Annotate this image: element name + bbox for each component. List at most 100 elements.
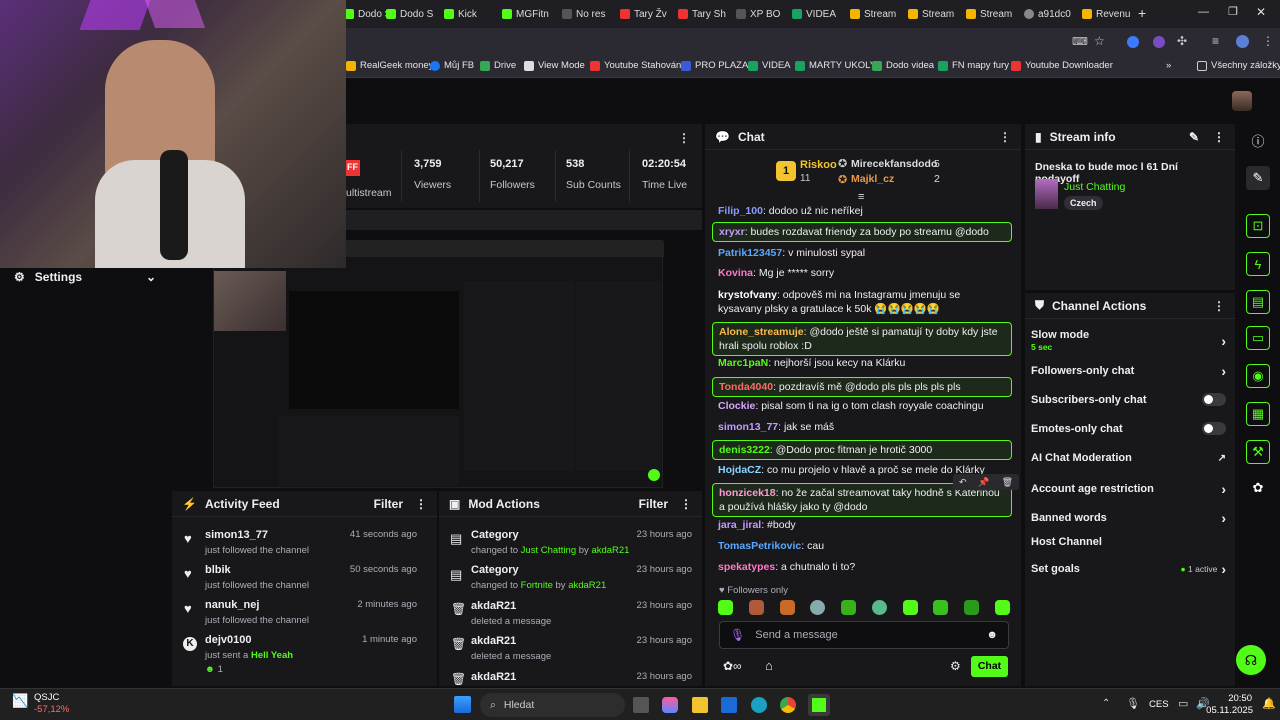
chat-message[interactable]: Alone_streamuje: @dodo ještě si pamatují… <box>712 322 1012 356</box>
chat-message[interactable]: TomasPetrikovic: cau <box>712 539 1012 553</box>
emote-icon[interactable] <box>841 600 857 615</box>
minimize-icon[interactable]: — <box>1198 6 1209 18</box>
network-icon[interactable]: ▭ <box>1178 697 1188 710</box>
emoji-icon[interactable]: ☻ <box>986 629 998 641</box>
emote-icon[interactable] <box>902 600 918 615</box>
bookmark-item[interactable]: Youtube Stahování <box>590 60 684 71</box>
clock-date[interactable]: 05.11.2025 <box>1203 705 1253 716</box>
activity-filter-button[interactable]: Filter <box>374 497 403 511</box>
emote-icon[interactable] <box>964 600 980 615</box>
chat-username[interactable]: denis3222 <box>719 444 770 456</box>
chat-message[interactable]: Tonda4040: pozdravíš mě @dodo pls pls pl… <box>712 377 1012 397</box>
chat-message[interactable]: Patrik123457: v minulosti sypal <box>712 246 1012 260</box>
chat-username[interactable]: Alone_streamuje <box>719 326 804 338</box>
emote-icon[interactable] <box>933 600 949 615</box>
send-chat-button[interactable]: Chat <box>971 656 1008 677</box>
chat-message[interactable]: krystofvany: odpověš mi na Instagramu jm… <box>712 288 1012 316</box>
browser-tab[interactable]: a91dc0 <box>1024 4 1080 24</box>
chat-message[interactable]: Marc1paN: nejhorší jsou kecy na Klárku <box>712 356 1012 370</box>
mod-filter-button[interactable]: Filter <box>639 497 668 511</box>
browser-tab[interactable]: VIDEA <box>792 4 848 24</box>
ai-moderation-row[interactable]: AI Chat Moderation ↗ <box>1031 452 1226 464</box>
chat-username[interactable]: TomasPetrikovic <box>718 540 801 552</box>
third-gifter-name[interactable]: Majkl_cz <box>851 173 894 185</box>
taskbar-search[interactable]: ⌕ Hledat <box>480 693 625 717</box>
chat-message[interactable]: Clockie: pisal som ti na ig o tom clash … <box>712 399 1012 413</box>
chat-username[interactable]: Marc1paN <box>718 357 768 369</box>
browser-tab[interactable]: Dodo S <box>386 4 442 24</box>
bookmark-item[interactable]: Můj FB <box>430 60 474 71</box>
bookmark-item[interactable]: Drive <box>480 60 516 71</box>
chat-username[interactable]: Tonda4040 <box>719 381 773 393</box>
kebab-icon[interactable]: ⋮ <box>1213 299 1225 313</box>
collapse-icon[interactable]: ≡ <box>858 191 864 203</box>
kebab-icon[interactable]: ⋮ <box>680 497 692 511</box>
chat-username[interactable]: simon13_77 <box>718 421 778 433</box>
kebab-icon[interactable]: ⋮ <box>1213 130 1225 144</box>
emote-icon[interactable] <box>718 600 733 615</box>
info-icon[interactable]: ⓘ <box>1246 128 1270 152</box>
kebab-icon[interactable]: ⋮ <box>999 130 1011 144</box>
chat-username[interactable]: xryxr <box>719 226 745 238</box>
chrome-icon[interactable] <box>780 697 796 713</box>
windows-start-icon[interactable] <box>454 696 471 713</box>
chat-message[interactable]: simon13_77: jak se máš <box>712 420 1012 434</box>
emote-icon[interactable] <box>748 600 764 615</box>
points-icon[interactable]: ✿∞ <box>723 659 742 673</box>
bookmark-item[interactable]: MARTY UKOLY <box>795 60 876 71</box>
apps-icon[interactable]: ✿ <box>1246 476 1270 500</box>
clock-time[interactable]: 20:50 <box>1212 693 1252 704</box>
chat-input[interactable]: 🎙 Send a message ☻ <box>719 621 1009 649</box>
chat-message[interactable]: jara_jiral: #body <box>712 518 1012 532</box>
browser-tab[interactable]: Kick <box>444 4 500 24</box>
file-explorer-icon[interactable] <box>692 697 708 713</box>
chat-message[interactable]: Kovina: Mg je ***** sorry <box>712 266 1012 280</box>
chat-message[interactable]: Filip_100: dodoo už nic neříkej <box>712 204 1012 218</box>
browser-tab[interactable]: Stream <box>908 4 964 24</box>
stock-name[interactable]: QSJC <box>34 692 59 703</box>
stream-preview[interactable] <box>172 230 702 488</box>
mod-user[interactable]: akdaR21 <box>568 580 606 591</box>
edge-icon[interactable] <box>751 697 767 713</box>
chat-username[interactable]: honzicek18 <box>719 487 776 499</box>
pencil-icon[interactable]: ✎ <box>1246 166 1270 190</box>
media-icon[interactable]: ≡ <box>1212 34 1219 48</box>
chat-icon[interactable]: ▭ <box>1246 326 1270 350</box>
bookmark-item[interactable]: FN mapy fury <box>938 60 1009 71</box>
close-icon[interactable]: ✕ <box>1256 5 1266 19</box>
bookmark-item[interactable]: Všechny záložky <box>1197 60 1280 71</box>
layout-icon[interactable]: ▦ <box>1246 402 1270 426</box>
subscribers-only-toggle[interactable] <box>1202 393 1226 406</box>
puzzle-icon[interactable]: ✣ <box>1177 34 1187 48</box>
new-tab-icon[interactable]: + <box>1138 5 1146 21</box>
set-goals-row[interactable]: Set goals ● 1 active › <box>1031 561 1226 577</box>
kebab-icon[interactable]: ⋮ <box>678 131 690 145</box>
browser-tab[interactable]: Revenu <box>1082 4 1138 24</box>
chat-username[interactable]: krystofvany <box>718 289 777 301</box>
bookmark-item[interactable]: VIDEA <box>748 60 791 71</box>
task-view-icon[interactable] <box>633 697 649 713</box>
stream-category[interactable]: Just Chatting <box>1064 181 1125 193</box>
banned-words-row[interactable]: Banned words › <box>1031 510 1226 526</box>
reply-icon[interactable]: ↶ <box>959 477 967 488</box>
bookmark-item[interactable]: PRO PLAZA <box>681 60 748 71</box>
bookmark-star-icon[interactable]: ☆ <box>1094 34 1105 48</box>
chat-username[interactable]: Clockie <box>718 400 755 412</box>
browser-tab[interactable]: XP BO <box>736 4 792 24</box>
followers-only-row[interactable]: Followers-only chat › <box>1031 363 1226 379</box>
second-gifter-name[interactable]: Mirecekfansdodo <box>851 158 937 170</box>
extension-icon[interactable] <box>1153 36 1165 48</box>
support-icon[interactable]: ☊ <box>1236 645 1266 675</box>
chat-message[interactable]: xryxr: budes rozdavat friendy za body po… <box>712 222 1012 242</box>
bookmark-item[interactable]: RealGeek money <box>346 60 433 71</box>
browser-tab[interactable]: Tary Sh <box>678 4 734 24</box>
microphone-icon[interactable]: 🎙 <box>730 628 745 642</box>
browser-tab[interactable]: No res <box>562 4 618 24</box>
pin-icon[interactable]: 📌 <box>978 477 989 488</box>
bolt-icon[interactable]: ϟ <box>1246 252 1270 276</box>
mod-user[interactable]: akdaR21 <box>591 545 629 556</box>
browser-tab[interactable]: Stream <box>850 4 906 24</box>
kebab-icon[interactable]: ⋮ <box>415 497 427 511</box>
browser-tab[interactable]: Tary Žv <box>620 4 676 24</box>
chat-message[interactable]: denis3222: @Dodo proc fitman je hrotič 3… <box>712 440 1012 460</box>
